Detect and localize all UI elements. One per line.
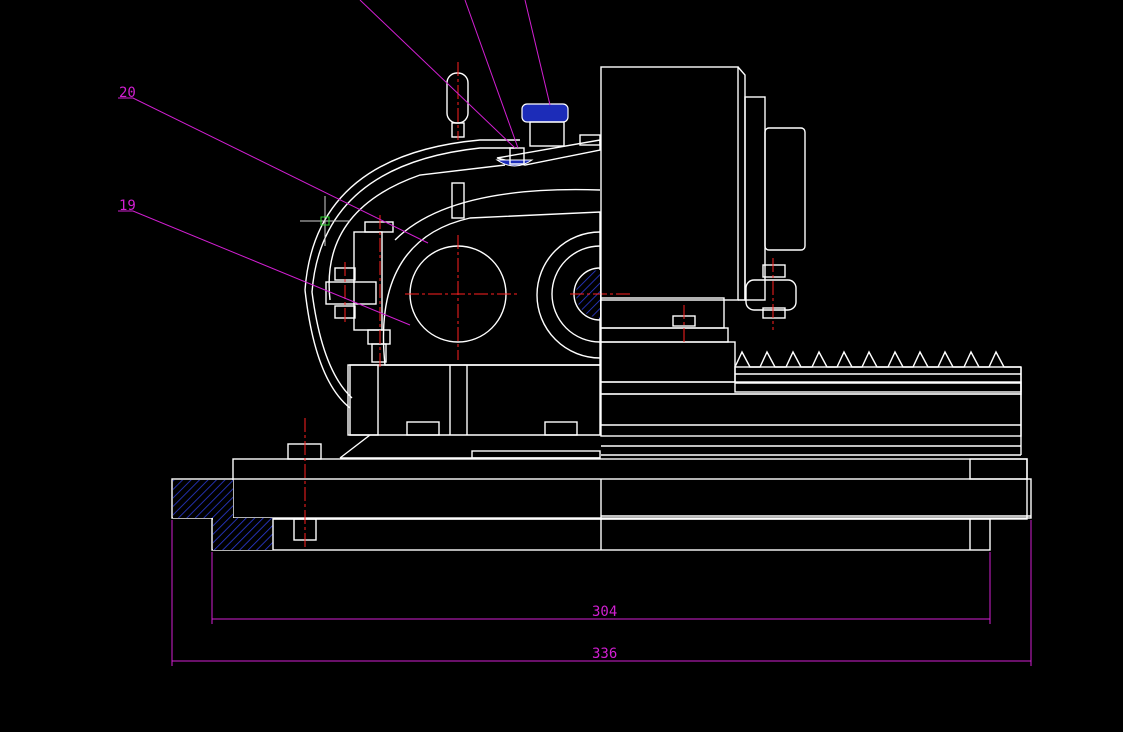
dim-336-text: 336 bbox=[592, 646, 617, 662]
motor-housing bbox=[600, 66, 739, 301]
oil-cup bbox=[495, 103, 601, 167]
upper-base bbox=[232, 458, 1028, 520]
balloon-19-label: 19 bbox=[119, 198, 136, 214]
top-handle bbox=[446, 62, 469, 140]
oil-cup-cap bbox=[521, 103, 569, 123]
left-bolt-column bbox=[325, 215, 394, 370]
crosshair-cursor bbox=[300, 196, 350, 246]
leader-lines bbox=[118, 0, 551, 326]
gearbox-housing bbox=[339, 182, 630, 459]
balloon-20-label: 20 bbox=[119, 85, 136, 101]
hatch-left-upper bbox=[173, 480, 233, 518]
motor-block bbox=[600, 66, 806, 383]
dim-304-text: 304 bbox=[592, 604, 617, 620]
base-plate-assembly bbox=[171, 418, 1032, 551]
arc-guard bbox=[304, 139, 520, 409]
leader-20 bbox=[118, 97, 429, 244]
leader-19 bbox=[118, 210, 411, 326]
hatch-left-lower bbox=[213, 518, 273, 550]
cad-drawing-canvas[interactable]: 20 19 304 336 bbox=[0, 0, 1123, 732]
gear-rack bbox=[600, 350, 1022, 456]
